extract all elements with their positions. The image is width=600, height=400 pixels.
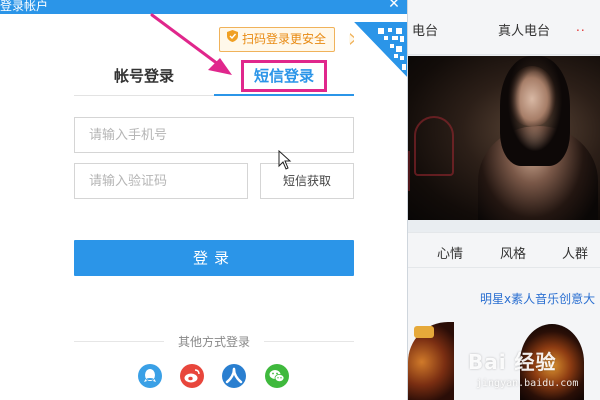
tab-sms-highlight-box: 短信登录 bbox=[240, 60, 327, 92]
hero-figure-hair bbox=[500, 56, 570, 166]
header-tab-live-radio[interactable]: 真人电台 bbox=[498, 20, 550, 39]
tab-account-label: 帐号登录 bbox=[113, 67, 174, 85]
tag-style[interactable]: 风格 bbox=[500, 243, 526, 262]
header-dots: .. bbox=[576, 20, 586, 34]
qr-login-badge[interactable]: 扫码登录更安全 bbox=[219, 27, 336, 52]
tab-account-login[interactable]: 帐号登录 bbox=[74, 60, 214, 96]
renren-login-button[interactable] bbox=[222, 364, 246, 388]
modal-header: 登录帐户 ✕ bbox=[0, 0, 407, 14]
other-login-label: 其他方式登录 bbox=[177, 335, 250, 349]
shield-icon bbox=[227, 27, 238, 50]
wechat-login-button[interactable] bbox=[265, 364, 289, 388]
qq-icon bbox=[144, 369, 156, 382]
watermark-logo: Bai 经验 bbox=[468, 350, 557, 374]
tab-sms-label: 短信登录 bbox=[253, 67, 314, 85]
mouse-cursor-icon bbox=[278, 150, 292, 170]
other-login-divider: 其他方式登录 bbox=[74, 333, 354, 349]
weibo-login-button[interactable] bbox=[180, 364, 204, 388]
watermark-url: jingyan.baidu.com bbox=[476, 378, 579, 389]
tag-mood[interactable]: 心情 bbox=[437, 243, 463, 262]
login-tabs: 帐号登录 短信登录 bbox=[74, 60, 354, 96]
promo-link[interactable]: 明星x素人音乐创意大 bbox=[480, 290, 595, 307]
wechat-icon bbox=[269, 370, 285, 382]
weibo-icon bbox=[184, 369, 200, 383]
qr-badge-text: 扫码登录更安全 bbox=[242, 32, 327, 46]
login-button[interactable]: 登录 bbox=[74, 240, 354, 276]
background-header: 电台 真人电台 .. bbox=[408, 0, 600, 55]
modal-title: 登录帐户 bbox=[0, 0, 49, 13]
category-tag-bar: 心情 风格 人群 bbox=[408, 232, 600, 268]
tab-sms-login[interactable]: 短信登录 bbox=[214, 60, 354, 96]
phone-input[interactable] bbox=[74, 117, 354, 153]
header-tab-radio[interactable]: 电台 bbox=[412, 20, 438, 39]
login-modal: 登录帐户 ✕ 扫码登录更安全 帐号登录 短信登录 请输入手机号 请输入验证码 短… bbox=[0, 0, 408, 400]
hero-banner-image[interactable] bbox=[408, 56, 600, 220]
get-sms-code-button[interactable]: 短信获取 bbox=[260, 163, 354, 199]
tag-crowd[interactable]: 人群 bbox=[562, 243, 588, 262]
thumbnail-badge bbox=[414, 326, 434, 338]
divider-line bbox=[264, 341, 354, 342]
divider-line bbox=[74, 341, 164, 342]
close-button[interactable]: ✕ bbox=[386, 0, 402, 12]
qr-code-icon[interactable] bbox=[354, 22, 407, 78]
playlist-thumbnail[interactable] bbox=[408, 322, 454, 400]
baidu-jingyan-watermark: Bai 经验 jingyan.baidu.com bbox=[468, 340, 600, 400]
qq-login-button[interactable] bbox=[138, 364, 162, 388]
close-icon: ✕ bbox=[388, 0, 400, 12]
sms-code-input[interactable] bbox=[74, 163, 248, 199]
neon-decoration bbox=[408, 151, 438, 191]
renren-icon bbox=[225, 367, 243, 384]
